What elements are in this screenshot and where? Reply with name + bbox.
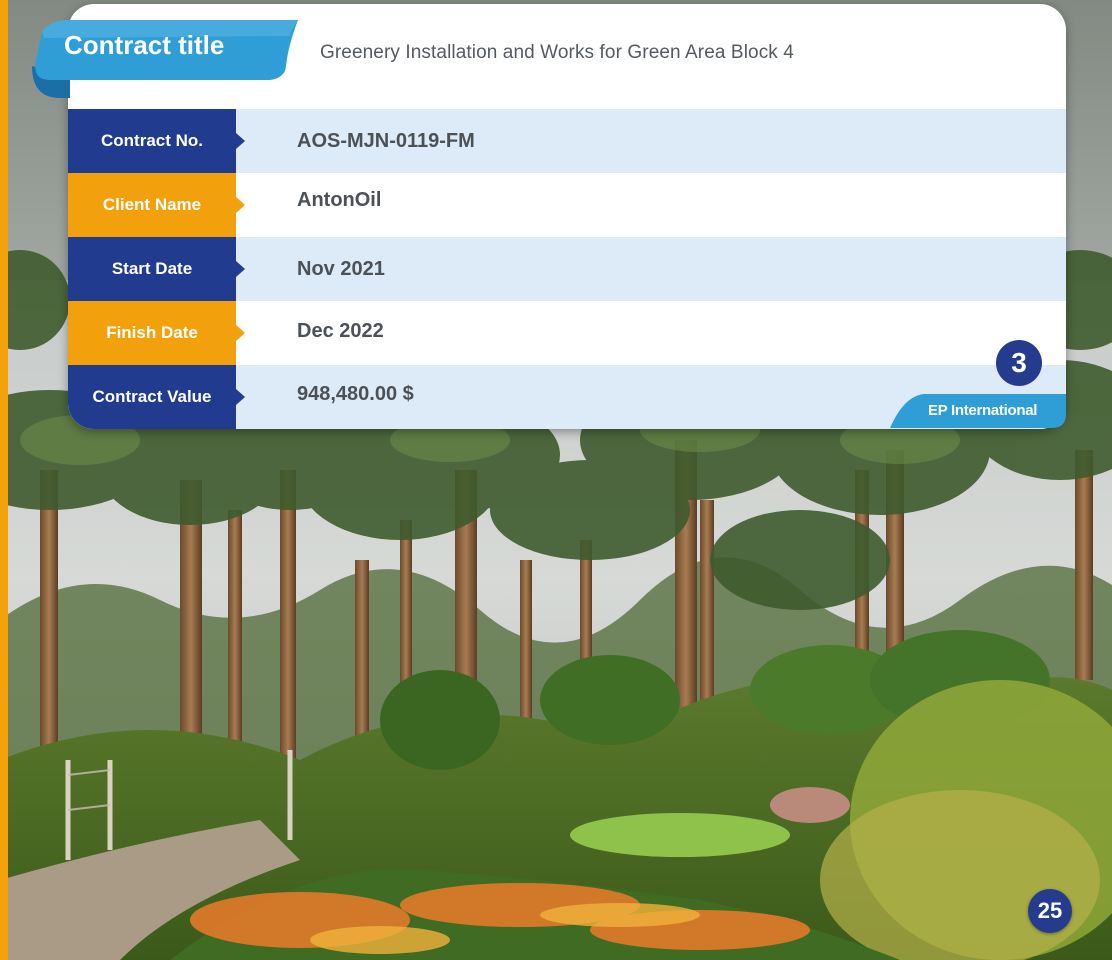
- finish-date-value: Dec 2022: [297, 319, 384, 342]
- finish-date-label: Finish Date: [68, 301, 245, 365]
- start-date-label-text: Start Date: [111, 259, 193, 278]
- chevron-right-icon: [236, 325, 245, 341]
- chevron-right-icon: [236, 197, 245, 213]
- client-name-value: AntonOil: [297, 188, 382, 211]
- contract-value-label: Contract Value: [68, 365, 245, 429]
- contract-no-label: Contract No.: [68, 109, 245, 173]
- contract-title-heading: Contract title: [64, 30, 225, 60]
- brand-name: EP International: [928, 402, 1038, 419]
- contract-no-value: AOS-MJN-0119-FM: [297, 129, 475, 152]
- chevron-right-icon: [236, 133, 245, 149]
- contract-value-label-text: Contract Value: [92, 387, 212, 406]
- left-accent-stripe: [0, 0, 8, 960]
- client-name-row: Client Name AntonOil: [68, 173, 1066, 237]
- project-number-badge: 3: [996, 340, 1042, 386]
- start-date-row: Start Date Nov 2021: [68, 237, 1066, 301]
- finish-date-label-text: Finish Date: [106, 323, 198, 342]
- contract-value-value: 948,480.00 $: [297, 382, 414, 405]
- chevron-right-icon: [236, 389, 245, 405]
- start-date-value: Nov 2021: [297, 257, 385, 280]
- contract-no-row: Contract No. AOS-MJN-0119-FM: [68, 109, 1066, 173]
- page-number-badge: 25: [1028, 889, 1072, 933]
- finish-date-row: Finish Date Dec 2022: [68, 301, 1066, 365]
- start-date-label: Start Date: [68, 237, 245, 301]
- contract-no-label-text: Contract No.: [101, 131, 203, 150]
- client-name-label-text: Client Name: [102, 195, 202, 214]
- client-name-label: Client Name: [68, 173, 245, 237]
- contract-title-value: Greenery Installation and Works for Gree…: [320, 42, 794, 63]
- chevron-right-icon: [236, 261, 245, 277]
